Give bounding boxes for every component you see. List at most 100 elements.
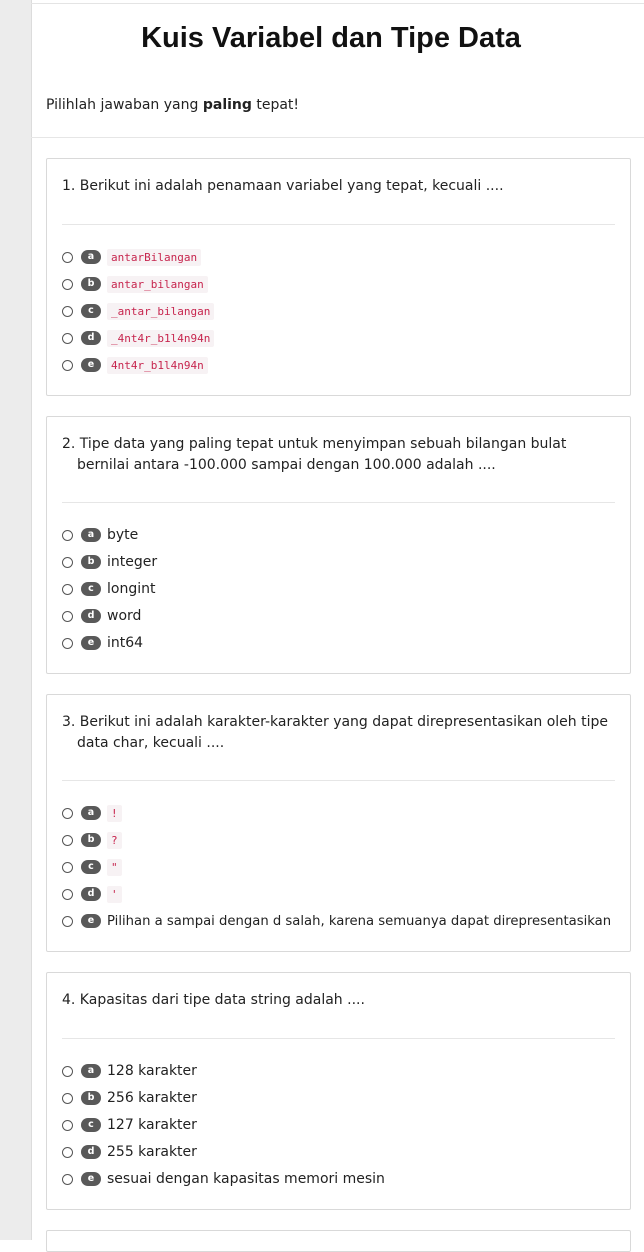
radio-button[interactable] <box>62 1065 73 1077</box>
option-2a[interactable]: a byte <box>62 524 138 546</box>
option-letter-badge: c <box>81 860 101 874</box>
option-letter-badge: d <box>81 1145 101 1159</box>
option-letter-badge: e <box>81 914 101 928</box>
option-3b[interactable]: b? <box>62 829 122 851</box>
option-letter-badge: c <box>81 1118 101 1132</box>
radio-button[interactable] <box>62 888 73 900</box>
question-card-2: 2. Tipe data yang paling tepat untuk men… <box>46 416 631 674</box>
option-text: sesuai dengan kapasitas memori mesin <box>107 1171 385 1187</box>
question-divider <box>62 502 615 503</box>
option-3a[interactable]: a! <box>62 802 122 824</box>
instructions-text: Pilihlah jawaban yang <box>46 97 203 113</box>
instructions-text-end: tepat! <box>251 97 300 113</box>
option-letter-badge: c <box>81 582 101 596</box>
radio-button[interactable] <box>62 359 73 371</box>
option-letter-badge: e <box>81 1172 101 1186</box>
option-text: 4nt4r_b1l4n94n <box>107 356 208 374</box>
option-letter-badge: a <box>81 250 101 264</box>
intro-divider <box>31 137 644 138</box>
option-4d[interactable]: d 255 karakter <box>62 1141 197 1163</box>
option-1e[interactable]: e 4nt4r_b1l4n94n <box>62 354 208 376</box>
option-4b[interactable]: b 256 karakter <box>62 1087 197 1109</box>
radio-button[interactable] <box>62 556 73 568</box>
instructions-emphasis: paling <box>202 97 252 113</box>
radio-button[interactable] <box>62 861 73 873</box>
option-4c[interactable]: c 127 karakter <box>62 1114 197 1136</box>
option-letter-badge: a <box>81 1064 101 1078</box>
radio-button[interactable] <box>62 1119 73 1131</box>
question-text: 2. Tipe data yang paling tepat untuk men… <box>62 436 567 473</box>
option-3e[interactable]: e Pilihan a sampai dengan d salah, karena… <box>62 910 611 932</box>
option-text: " <box>107 858 122 876</box>
option-3c[interactable]: c " <box>62 856 122 878</box>
radio-button[interactable] <box>62 278 73 290</box>
quiz-page: Kuis Variabel dan Tipe Data Pilihlah jaw… <box>31 0 644 1252</box>
radio-button[interactable] <box>62 305 73 317</box>
question-card-4: 4. Kapasitas dari tipe data string adala… <box>46 972 631 1210</box>
option-1b[interactable]: b antar_bilangan <box>62 273 208 295</box>
radio-button[interactable] <box>62 637 73 649</box>
option-text: _4nt4r_b1l4n94n <box>107 329 215 347</box>
radio-button[interactable] <box>62 807 73 819</box>
option-text: integer <box>107 554 158 570</box>
instructions: Pilihlah jawaban yang paling tepat! <box>46 97 299 113</box>
option-text: ! <box>107 804 122 822</box>
option-text: antar_bilangan <box>107 275 208 293</box>
option-letter-badge: d <box>81 609 101 623</box>
option-text: antarBilangan <box>107 248 202 266</box>
option-letter-badge: a <box>81 528 101 542</box>
option-text: int64 <box>107 635 144 651</box>
option-text: 256 karakter <box>107 1090 197 1106</box>
option-letter-badge: b <box>81 277 101 291</box>
radio-button[interactable] <box>62 251 73 263</box>
option-2b[interactable]: b integer <box>62 551 157 573</box>
option-2e[interactable]: e int64 <box>62 632 143 654</box>
option-1c[interactable]: c _antar_bilangan <box>62 300 215 322</box>
option-2d[interactable]: d word <box>62 605 141 627</box>
option-letter-badge: b <box>81 1091 101 1105</box>
option-text: Pilihan a sampai dengan d salah, karena … <box>107 913 612 929</box>
question-card-3: 3. Berikut ini adalah karakter-karakter … <box>46 694 631 952</box>
question-text: 4. Kapasitas dari tipe data string adala… <box>62 992 365 1008</box>
left-gutter <box>0 0 32 1240</box>
radio-button[interactable] <box>62 1173 73 1185</box>
page-title: Kuis Variabel dan Tipe Data <box>141 22 521 54</box>
option-text: ? <box>107 831 122 849</box>
question-card-5 <box>46 1230 631 1252</box>
option-3d[interactable]: d ' <box>62 883 122 905</box>
option-letter-badge: a <box>81 806 101 820</box>
question-divider <box>62 224 615 225</box>
option-text: _antar_bilangan <box>107 302 215 320</box>
top-divider <box>31 3 644 4</box>
option-text: longint <box>107 581 156 597</box>
question-text: 1. Berikut ini adalah penamaan variabel … <box>62 178 504 194</box>
radio-button[interactable] <box>62 610 73 622</box>
radio-button[interactable] <box>62 1092 73 1104</box>
question-divider <box>62 1038 615 1039</box>
option-text: 128 karakter <box>107 1063 197 1079</box>
option-letter-badge: e <box>81 358 101 372</box>
radio-button[interactable] <box>62 332 73 344</box>
question-divider <box>62 780 615 781</box>
option-text: byte <box>107 527 139 543</box>
option-text: 255 karakter <box>107 1144 197 1160</box>
option-letter-badge: b <box>81 833 101 847</box>
radio-button[interactable] <box>62 834 73 846</box>
option-text: 127 karakter <box>107 1117 197 1133</box>
radio-button[interactable] <box>62 583 73 595</box>
option-4a[interactable]: a 128 karakter <box>62 1060 197 1082</box>
option-letter-badge: d <box>81 331 101 345</box>
question-text: 3. Berikut ini adalah karakter-karakter … <box>62 714 608 751</box>
option-text: word <box>107 608 142 624</box>
option-2c[interactable]: c longint <box>62 578 155 600</box>
question-card-1: 1. Berikut ini adalah penamaan variabel … <box>46 158 631 396</box>
option-letter-badge: d <box>81 887 101 901</box>
radio-button[interactable] <box>62 915 73 927</box>
option-1d[interactable]: d _4nt4r_b1l4n94n <box>62 327 215 349</box>
option-text: ' <box>107 885 122 903</box>
option-1a[interactable]: a antarBilangan <box>62 246 202 268</box>
option-letter-badge: e <box>81 636 101 650</box>
radio-button[interactable] <box>62 1146 73 1158</box>
radio-button[interactable] <box>62 529 73 541</box>
option-4e[interactable]: e sesuai dengan kapasitas memori mesin <box>62 1168 385 1190</box>
